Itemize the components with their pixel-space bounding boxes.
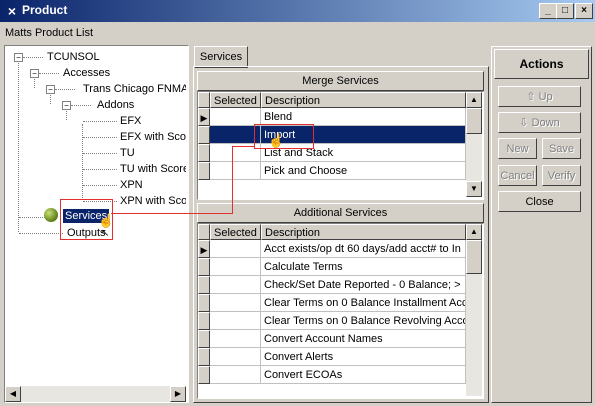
merge-services-title: Merge Services	[197, 71, 484, 91]
tree-horizontal-scrollbar[interactable]: ◀ ▶	[5, 386, 186, 402]
scroll-up-icon[interactable]: ▲	[466, 224, 482, 240]
tab-services[interactable]: Services	[194, 46, 248, 68]
scroll-thumb[interactable]	[466, 108, 482, 134]
selected-cell[interactable]	[210, 258, 261, 276]
additional-row[interactable]: Clear Terms on 0 Balance Revolving Acco	[261, 312, 466, 330]
close-button[interactable]: Close	[498, 191, 581, 212]
tree-node-tu[interactable]: TU	[120, 146, 135, 160]
arrow-up-icon: ⇧	[526, 91, 536, 103]
row-pointer-icon: ▶	[198, 108, 210, 126]
mouse-cursor-icon: ☝	[268, 133, 285, 148]
title-bar[interactable]: × Product _ □ ×	[0, 0, 595, 22]
minimize-button[interactable]: _	[539, 3, 557, 19]
tree-node-addons[interactable]: Addons	[97, 98, 134, 112]
actions-panel: Actions ⇧ Up ⇩ Down New Save Cancel Veri…	[491, 46, 592, 403]
save-button[interactable]: Save	[542, 138, 581, 159]
product-window: × Product _ □ × Matts Product List − TCU…	[0, 0, 595, 406]
tree-node-accesses[interactable]: Accesses	[63, 66, 110, 80]
tree-node-tu-score[interactable]: TU with Score	[120, 162, 186, 176]
column-header-selected[interactable]: Selected	[210, 224, 261, 240]
additional-row[interactable]: Calculate Terms	[261, 258, 466, 276]
verify-button[interactable]: Verify	[542, 165, 581, 186]
maximize-button[interactable]: □	[556, 3, 574, 19]
annotation-connector	[111, 213, 232, 214]
column-header-selected[interactable]: Selected	[210, 92, 261, 108]
additional-row[interactable]: Check/Set Date Reported - 0 Balance; >	[261, 276, 466, 294]
additional-services-grid[interactable]: Selected Description ▶ Acct exists/op dt…	[197, 223, 484, 399]
selected-cell[interactable]	[210, 276, 261, 294]
additional-row[interactable]: Clear Terms on 0 Balance Installment Acc	[261, 294, 466, 312]
merge-row[interactable]: Pick and Choose	[261, 162, 466, 180]
new-button[interactable]: New	[498, 138, 537, 159]
row-pointer-icon: ▶	[198, 240, 210, 258]
tree-node-trans-chicago[interactable]: Trans Chicago FNMA	[83, 82, 186, 96]
annotation-connector	[232, 146, 254, 147]
selected-cell[interactable]	[210, 162, 261, 180]
close-window-button[interactable]: ×	[575, 3, 593, 19]
annotation-connector	[232, 146, 233, 214]
tree-node-efx[interactable]: EFX	[120, 114, 141, 128]
merge-vertical-scrollbar[interactable]: ▲ ▼	[466, 92, 482, 197]
collapse-toggle-icon[interactable]: −	[62, 101, 71, 110]
additional-services-title: Additional Services	[197, 203, 484, 223]
drag-cursor-icon: ↖	[101, 228, 110, 239]
down-button[interactable]: ⇩ Down	[498, 112, 581, 133]
green-ball-icon	[44, 208, 58, 222]
column-header-description[interactable]: Description	[261, 224, 466, 240]
scroll-up-icon[interactable]: ▲	[466, 92, 482, 108]
cancel-button[interactable]: Cancel	[498, 165, 537, 186]
collapse-toggle-icon[interactable]: −	[14, 53, 23, 62]
additional-row[interactable]: Convert Account Names	[261, 330, 466, 348]
additional-row[interactable]: Convert ECOAs	[261, 366, 466, 384]
selected-cell[interactable]	[210, 366, 261, 384]
additional-vertical-scrollbar[interactable]: ▲	[466, 224, 482, 396]
window-title: Product	[22, 3, 68, 17]
tree-node-xpn-score[interactable]: XPN with Sco	[120, 194, 186, 208]
scroll-left-icon[interactable]: ◀	[5, 386, 21, 402]
actions-title: Actions	[494, 49, 589, 79]
selected-cell[interactable]	[210, 240, 261, 258]
tree-node-efx-score[interactable]: EFX with Sco	[120, 130, 186, 144]
up-button[interactable]: ⇧ Up	[498, 86, 581, 107]
additional-row[interactable]: Convert Alerts	[261, 348, 466, 366]
collapse-toggle-icon[interactable]: −	[30, 69, 39, 78]
selected-cell[interactable]	[210, 330, 261, 348]
mouse-cursor-icon: ☝	[98, 213, 115, 228]
x-app-icon: ×	[7, 3, 17, 19]
tree-node-tcunsol[interactable]: TCUNSOL	[47, 50, 100, 64]
column-header-description[interactable]: Description	[261, 92, 466, 108]
tree-node-xpn[interactable]: XPN	[120, 178, 143, 192]
selected-cell[interactable]	[210, 348, 261, 366]
collapse-toggle-icon[interactable]: −	[46, 85, 55, 94]
selected-cell[interactable]	[210, 312, 261, 330]
scroll-thumb[interactable]	[466, 240, 482, 274]
product-list-label: Matts Product List	[5, 27, 94, 39]
additional-row[interactable]: Acct exists/op dt 60 days/add acct# to I…	[261, 240, 466, 258]
scroll-down-icon[interactable]: ▼	[466, 181, 482, 197]
arrow-down-icon: ⇩	[519, 117, 529, 129]
selected-cell[interactable]	[210, 294, 261, 312]
scroll-right-icon[interactable]: ▶	[170, 386, 186, 402]
